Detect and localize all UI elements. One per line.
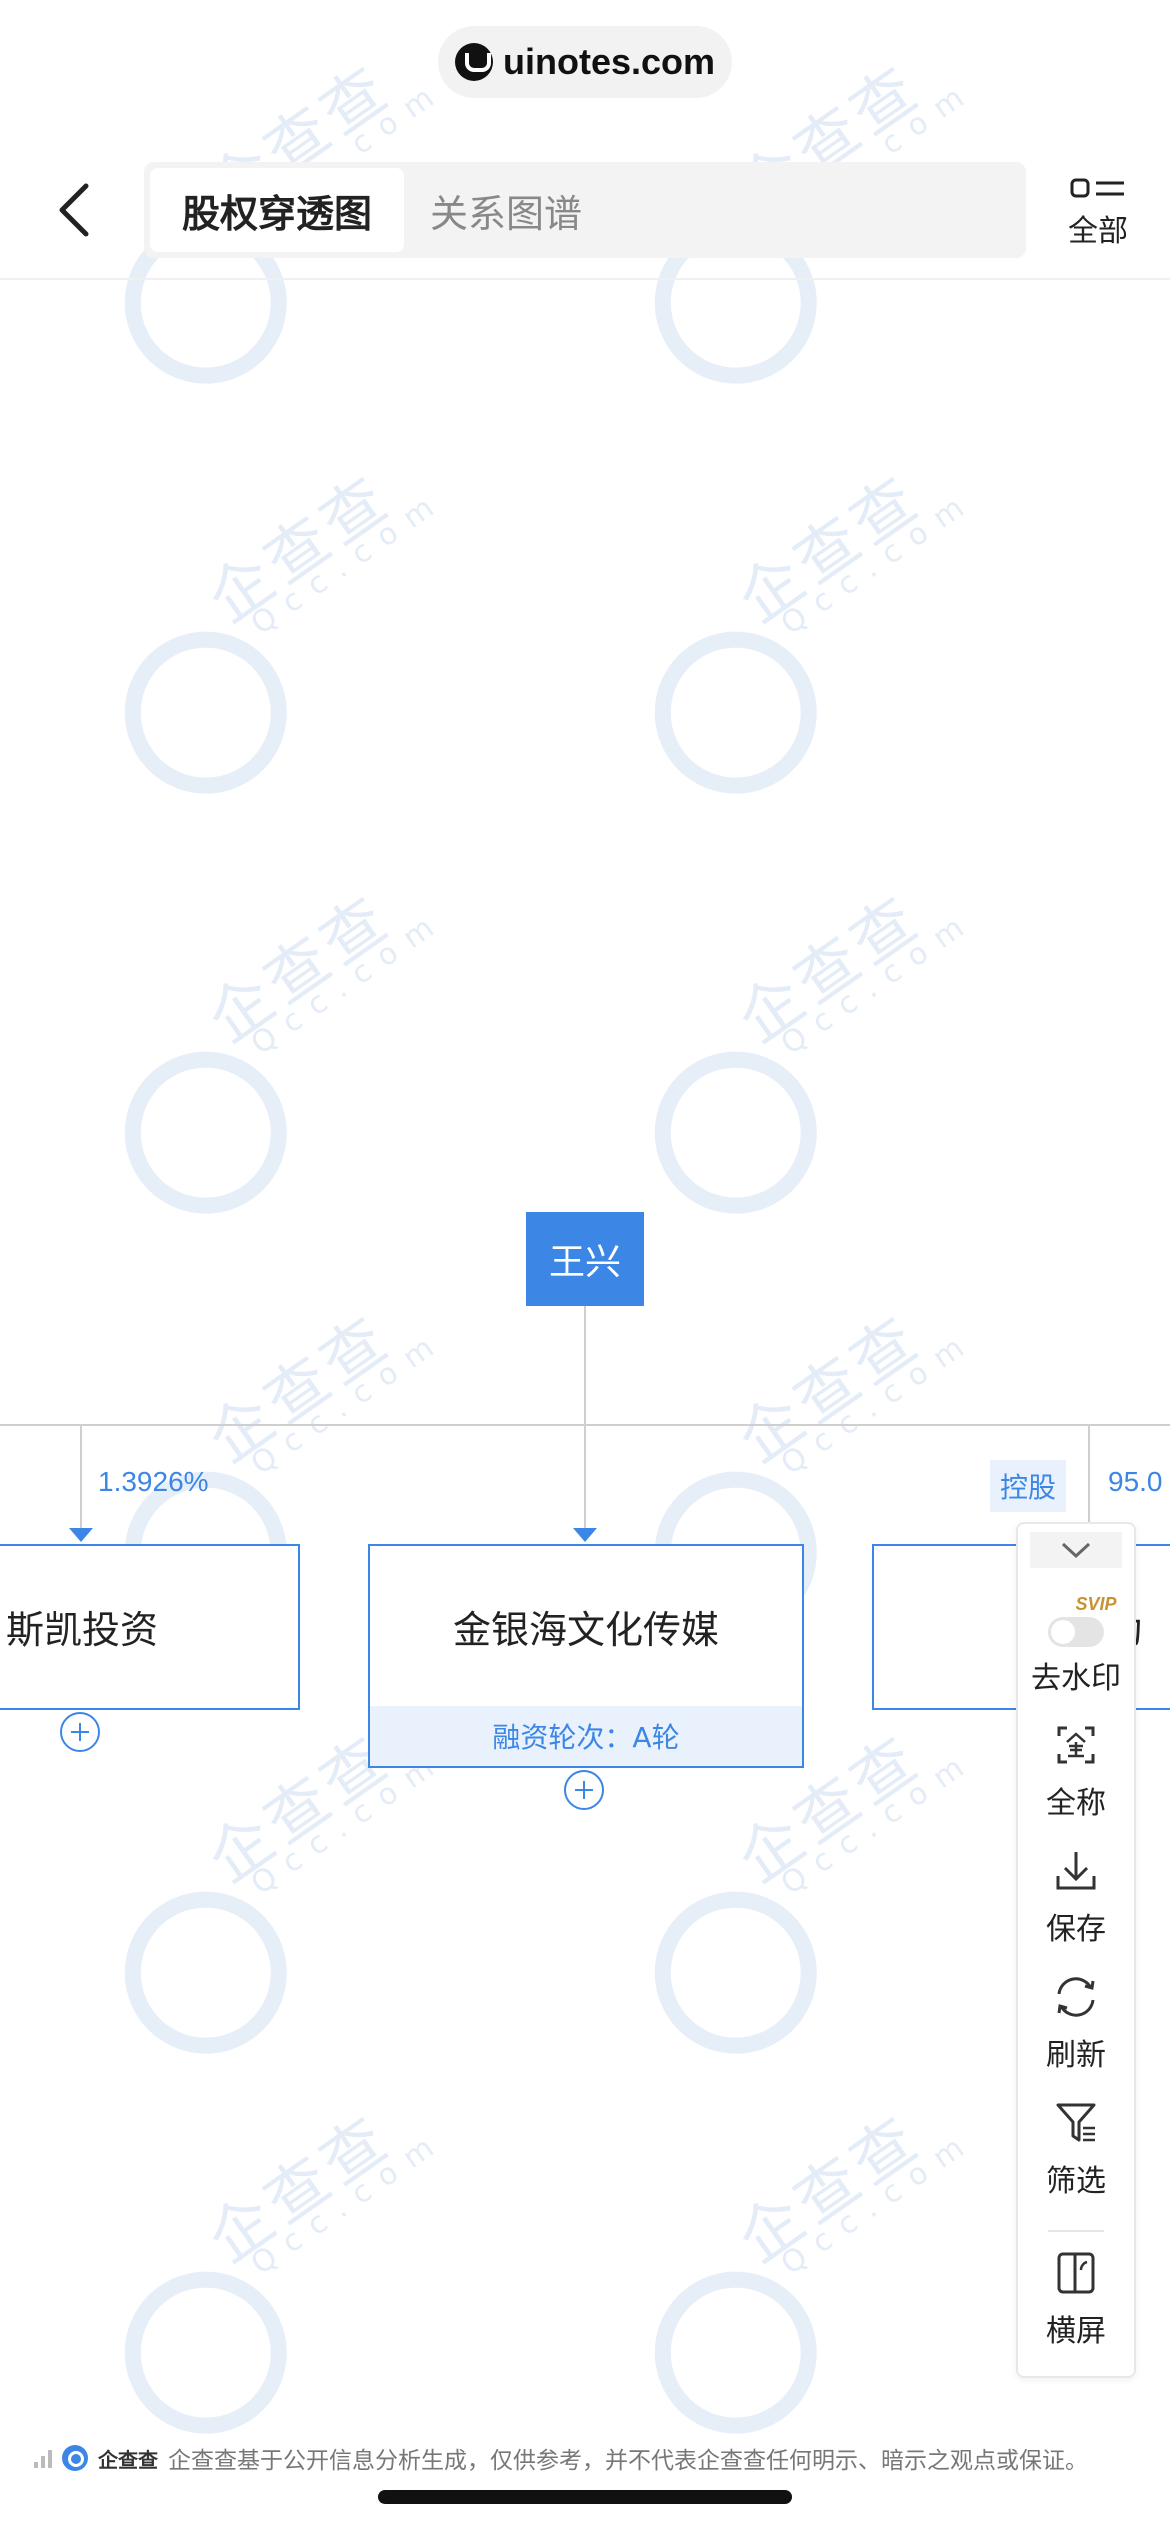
collapse-panel-button[interactable] [1018,1532,1134,1568]
panel-label: 刷新 [1046,2038,1106,2073]
refresh-icon [1057,1977,1095,2017]
panel-label: 横屏 [1046,2314,1106,2349]
filter-button[interactable]: 筛选 [1018,2100,1134,2200]
svip-badge: SVIP [1075,1594,1117,1614]
list-grid-icon [1070,178,1124,198]
panel-label: 去水印 [1031,1661,1121,1696]
site-pill: uinotes.com [438,26,732,98]
landscape-button[interactable]: 横屏 [1018,2250,1134,2350]
all-label: 全部 [1068,214,1128,249]
company-node[interactable]: 斯凯投资 [0,1544,300,1710]
panel-label: 保存 [1046,1912,1106,1947]
filter-icon [1056,2103,1096,2142]
footer-disclaimer-bar: 企查查 企查查基于公开信息分析生成，仅供参考，并不代表企查查任何明示、暗示之观点… [34,2438,1144,2478]
company-node[interactable]: 金银海文化传媒 融资轮次：A轮 [368,1544,804,1768]
share-percent: 95.0 [1108,1466,1163,1497]
signal-bars-icon [34,2448,52,2468]
toggle-switch[interactable] [1048,1617,1104,1647]
chevron-left-icon [59,183,89,237]
tool-panel: SVIP 去水印 全称 保存 刷新 筛选 横屏 [1016,1522,1136,2378]
all-button[interactable]: 全部 [1060,176,1136,249]
expand-plus-icon[interactable] [564,1770,604,1810]
share-percent: 1.3926% [98,1466,209,1497]
arrow-down-icon [573,1528,597,1542]
save-button[interactable]: 保存 [1018,1848,1134,1948]
refresh-button[interactable]: 刷新 [1018,1974,1134,2074]
child-connector [1088,1424,1090,1528]
home-indicator[interactable] [378,2490,792,2504]
child-connector [80,1424,82,1528]
fullname-button[interactable]: 全称 [1018,1722,1134,1822]
qcc-logo-icon [62,2445,88,2471]
disclaimer-text: 企查查基于公开信息分析生成，仅供参考，并不代表企查查任何明示、暗示之观点或保证。 [168,2448,1088,2474]
funding-round: 融资轮次：A轮 [370,1706,802,1766]
panel-divider [1048,2230,1104,2232]
header-divider [0,278,1170,280]
site-name: uinotes.com [502,41,716,82]
company-name: 斯凯投资 [6,1607,159,1652]
site-logo-icon [454,43,493,81]
arrow-down-icon [69,1528,93,1542]
fullname-icon [1057,1726,1095,1764]
panel-label: 全称 [1046,1786,1106,1821]
footer-brand: 企查查 [98,2447,158,2472]
tab-relationship-graph[interactable]: 关系图谱 [430,168,582,252]
chevron-down-icon [1061,1542,1091,1559]
root-node[interactable]: 王兴 [526,1212,644,1306]
rotate-landscape-icon [1057,2252,1095,2294]
download-icon [1056,1852,1096,1890]
company-name: 金银海文化传媒 [452,1607,719,1652]
remove-watermark-toggle[interactable]: SVIP 去水印 [1018,1594,1134,1697]
child-connector [584,1424,586,1528]
holding-badge: 控股 [990,1460,1067,1512]
tab-equity-penetration[interactable]: 股权穿透图 [150,168,404,252]
back-button[interactable] [52,182,96,238]
root-connector [584,1306,586,1424]
expand-plus-icon[interactable] [60,1712,100,1752]
panel-label: 筛选 [1046,2164,1106,2199]
